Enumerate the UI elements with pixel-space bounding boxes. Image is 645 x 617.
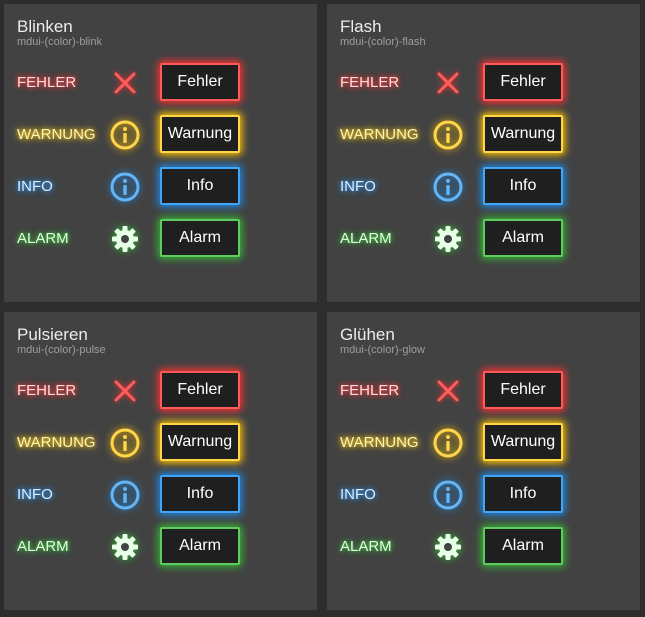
info-icon (109, 479, 141, 511)
gear-icon (109, 223, 141, 255)
panel-pulse: Pulsieren mdui-(color)-pulse FEHLER Fehl… (4, 312, 317, 610)
close-icon (432, 67, 464, 99)
label-fehler: FEHLER (340, 382, 400, 399)
warnung-button[interactable]: Warnung (160, 423, 240, 461)
gear-icon (432, 223, 464, 255)
label-alarm: ALARM (340, 538, 392, 555)
fehler-button[interactable]: Fehler (483, 371, 563, 409)
info-icon (109, 171, 141, 203)
panel-title: Blinken (17, 17, 73, 36)
label-alarm: ALARM (17, 538, 69, 555)
info-button[interactable]: Info (483, 167, 563, 205)
label-fehler: FEHLER (17, 382, 77, 399)
info-icon (109, 119, 141, 151)
label-warnung: WARNUNG (17, 434, 96, 451)
label-info: INFO (340, 486, 376, 503)
panel-flash: Flash mdui-(color)-flash FEHLER Fehler W… (327, 4, 640, 302)
panel-glow: Glühen mdui-(color)-glow FEHLER Fehler W… (327, 312, 640, 610)
label-warnung: WARNUNG (17, 126, 96, 143)
panel-subtitle: mdui-(color)-pulse (17, 344, 106, 356)
label-info: INFO (340, 178, 376, 195)
label-info: INFO (17, 486, 53, 503)
alarm-button[interactable]: Alarm (483, 527, 563, 565)
fehler-button[interactable]: Fehler (160, 371, 240, 409)
alarm-button[interactable]: Alarm (160, 527, 240, 565)
warnung-button[interactable]: Warnung (483, 115, 563, 153)
fehler-button[interactable]: Fehler (483, 63, 563, 101)
warnung-button[interactable]: Warnung (160, 115, 240, 153)
label-alarm: ALARM (17, 230, 69, 247)
label-info: INFO (17, 178, 53, 195)
close-icon (109, 375, 141, 407)
label-fehler: FEHLER (340, 74, 400, 91)
close-icon (432, 375, 464, 407)
info-icon (432, 171, 464, 203)
info-button[interactable]: Info (483, 475, 563, 513)
panel-title: Pulsieren (17, 325, 88, 344)
panel-title: Glühen (340, 325, 395, 344)
info-button[interactable]: Info (160, 167, 240, 205)
panel-title: Flash (340, 17, 382, 36)
label-warnung: WARNUNG (340, 126, 419, 143)
info-icon (432, 479, 464, 511)
alarm-button[interactable]: Alarm (483, 219, 563, 257)
info-icon (432, 427, 464, 459)
close-icon (109, 67, 141, 99)
label-warnung: WARNUNG (340, 434, 419, 451)
alarm-button[interactable]: Alarm (160, 219, 240, 257)
fehler-button[interactable]: Fehler (160, 63, 240, 101)
label-alarm: ALARM (340, 230, 392, 247)
info-icon (432, 119, 464, 151)
panel-subtitle: mdui-(color)-blink (17, 36, 102, 48)
gear-icon (109, 531, 141, 563)
label-fehler: FEHLER (17, 74, 77, 91)
info-icon (109, 427, 141, 459)
panel-subtitle: mdui-(color)-glow (340, 344, 425, 356)
gear-icon (432, 531, 464, 563)
panel-subtitle: mdui-(color)-flash (340, 36, 426, 48)
warnung-button[interactable]: Warnung (483, 423, 563, 461)
info-button[interactable]: Info (160, 475, 240, 513)
panel-blink: Blinken mdui-(color)-blink FEHLER Fehler… (4, 4, 317, 302)
